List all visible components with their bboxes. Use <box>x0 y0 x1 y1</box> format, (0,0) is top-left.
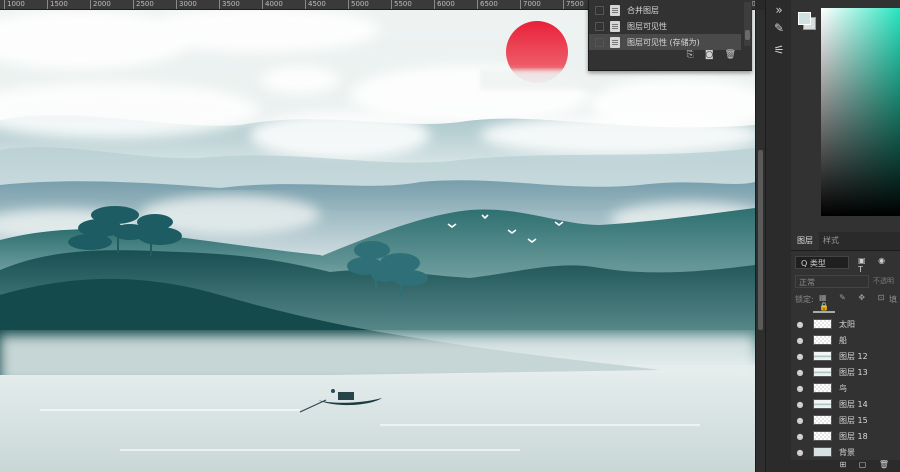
layer-name: 鸟 <box>839 383 847 393</box>
foreground-color-swatch[interactable] <box>798 12 811 25</box>
ruler-tick: 7500 <box>563 0 584 9</box>
history-item[interactable]: 图层可见性 <box>589 18 741 34</box>
new-snapshot-icon[interactable]: ⎘ <box>687 50 694 64</box>
layer-thumbnail <box>813 383 832 393</box>
canvas-artwork[interactable] <box>0 10 755 472</box>
layer-name: 图层 12 <box>839 351 868 361</box>
blend-mode-select[interactable]: 正常 <box>795 275 869 288</box>
layer-thumbnail <box>813 399 832 409</box>
layers-list: ● 太阳 ● 船 ● 图层 12 ● 图层 13 ● 鸟 ● 图层 14 ● 图层 15 ● 图层 18 ● 背景 <box>791 316 900 460</box>
history-item[interactable]: 合并图层 <box>589 2 741 18</box>
visibility-eye-icon[interactable]: ● <box>791 336 809 345</box>
layer-row[interactable]: ● 鸟 <box>791 380 900 396</box>
document-icon <box>610 36 620 48</box>
ruler-tick: 5500 <box>391 0 412 9</box>
ruler-tick: 4500 <box>305 0 326 9</box>
layer-filter-select[interactable]: Q 类型 <box>795 256 849 269</box>
history-item-label: 合并图层 <box>627 5 659 15</box>
trash-icon[interactable]: 🗑 <box>725 50 736 64</box>
scrollbar-thumb[interactable] <box>745 30 750 40</box>
canvas-vertical-scrollbar[interactable] <box>755 10 765 472</box>
document-icon <box>610 4 620 16</box>
ruler-tick: 1500 <box>47 0 68 9</box>
layer-row[interactable]: ● 图层 14 <box>791 396 900 412</box>
layers-panel-bottom-bar[interactable]: ⊞ ▢ 🗑 <box>791 460 900 472</box>
layer-name: 船 <box>839 335 847 345</box>
brush-settings-icon[interactable]: ✎ <box>771 20 787 36</box>
visibility-eye-icon[interactable]: ● <box>791 448 809 457</box>
camera-icon[interactable]: ◙ <box>705 50 714 64</box>
layer-row[interactable]: ● 图层 12 <box>791 348 900 364</box>
layer-thumbnail <box>813 351 832 361</box>
layer-row[interactable]: ● 船 <box>791 332 900 348</box>
layer-thumb-edge <box>813 311 835 313</box>
layer-row[interactable]: ● 图层 15 <box>791 412 900 428</box>
ruler-tick: 3500 <box>219 0 240 9</box>
tab-layers[interactable]: 图层 <box>791 232 819 250</box>
history-item-label: 图层可见性 <box>627 21 667 31</box>
history-item-label: 图层可见性 (存储为) <box>627 37 700 47</box>
tab-styles[interactable]: 样式 <box>817 232 845 250</box>
layer-name: 太阳 <box>839 319 855 329</box>
ruler-tick: 2500 <box>133 0 154 9</box>
opacity-label[interactable]: 不透明 <box>873 275 894 288</box>
history-scrollbar[interactable] <box>744 2 751 46</box>
color-picker-field[interactable] <box>821 8 900 216</box>
visibility-eye-icon[interactable]: ● <box>791 320 809 329</box>
layer-thumbnail <box>813 335 832 345</box>
history-item-selected[interactable]: 图层可见性 (存储为) <box>589 34 741 50</box>
visibility-eye-icon[interactable]: ● <box>791 384 809 393</box>
layer-row[interactable]: ● 图层 18 <box>791 428 900 444</box>
lock-icons[interactable]: ▦ ✎ ✥ ⊡ 🔒 <box>819 293 900 311</box>
snapshot-checkbox[interactable] <box>595 21 604 31</box>
ruler-tick: 6000 <box>434 0 455 9</box>
layer-name: 图层 15 <box>839 415 868 425</box>
ruler-tick: 3000 <box>176 0 197 9</box>
ruler-tick: 5000 <box>348 0 369 9</box>
snapshot-checkbox[interactable] <box>595 5 604 15</box>
layer-name: 图层 18 <box>839 431 868 441</box>
ruler-tick: 1000 <box>4 0 25 9</box>
visibility-eye-icon[interactable]: ● <box>791 352 809 361</box>
ruler-tick: 4000 <box>262 0 283 9</box>
landscape-illustration <box>0 10 755 472</box>
layer-row[interactable]: ● 图层 13 <box>791 364 900 380</box>
snapshot-checkbox[interactable] <box>595 37 604 47</box>
layers-panel-tabs: 图层 样式 <box>791 232 900 251</box>
layer-thumbnail <box>813 367 832 377</box>
layer-row[interactable]: ● 背景 <box>791 444 900 460</box>
visibility-eye-icon[interactable]: ● <box>791 416 809 425</box>
lock-label: 锁定: <box>795 295 814 304</box>
history-panel: 合并图层 图层可见性 图层可见性 (存储为) ⎘ ◙ 🗑 <box>588 0 752 71</box>
layer-row[interactable]: ● 太阳 <box>791 316 900 332</box>
visibility-eye-icon[interactable]: ● <box>791 400 809 409</box>
layer-name: 图层 13 <box>839 367 868 377</box>
ruler-tick: 6500 <box>477 0 498 9</box>
ruler-tick: 2000 <box>90 0 111 9</box>
right-panel: 图层 样式 Q 类型 ▣ ◉ T 正常 不透明 锁定: ▦ ✎ ✥ ⊡ 🔒 填 … <box>791 0 900 472</box>
collapse-icon[interactable]: » <box>771 2 787 18</box>
tool-strip: » ✎ ⚟ <box>765 0 792 472</box>
document-icon <box>610 20 620 32</box>
ruler-tick: 7000 <box>520 0 541 9</box>
visibility-eye-icon[interactable]: ● <box>791 368 809 377</box>
layer-thumbnail <box>813 415 832 425</box>
fill-label[interactable]: 填 <box>889 294 897 305</box>
adjustments-icon[interactable]: ⚟ <box>771 42 787 58</box>
layer-thumbnail <box>813 447 832 457</box>
layer-name: 背景 <box>839 447 855 457</box>
layer-thumbnail <box>813 431 832 441</box>
filter-type-icons[interactable]: ▣ ◉ T <box>858 256 900 274</box>
layer-name: 图层 14 <box>839 399 868 409</box>
scrollbar-thumb[interactable] <box>758 150 763 330</box>
layer-thumbnail <box>813 319 832 329</box>
visibility-eye-icon[interactable]: ● <box>791 432 809 441</box>
